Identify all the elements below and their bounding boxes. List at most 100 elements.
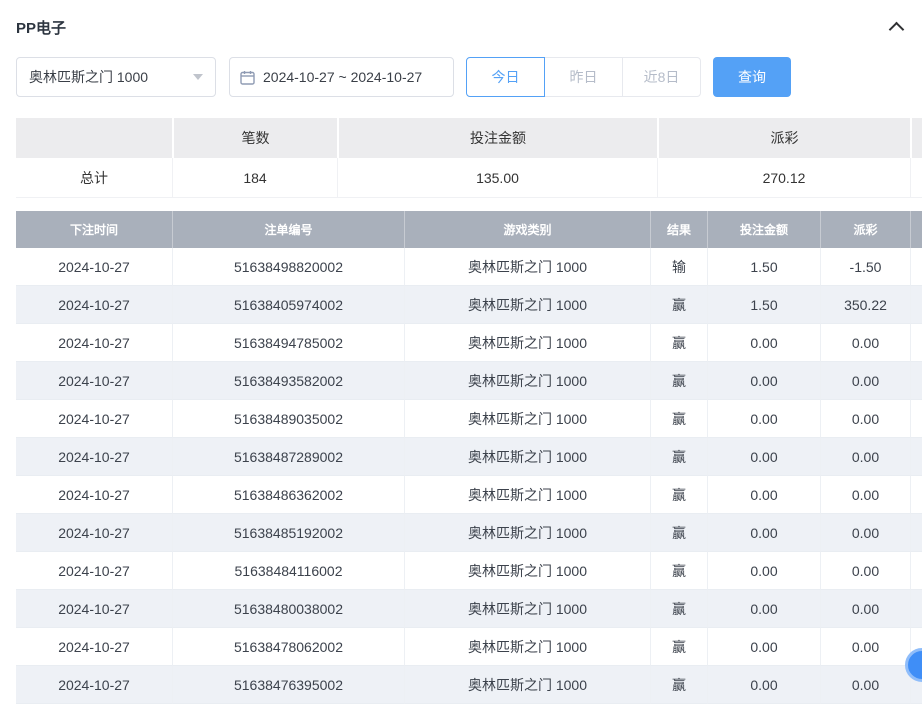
cell-cutoff [910, 286, 922, 324]
cell-game: 奥林匹斯之门 1000 [404, 324, 650, 362]
cell-time: 2024-10-27 [16, 628, 172, 666]
summary-header-empty [16, 118, 172, 158]
cell-result: 输 [650, 248, 707, 286]
col-header-cutoff [910, 211, 922, 248]
cell-time: 2024-10-27 [16, 476, 172, 514]
page-title: PP电子 [16, 17, 66, 38]
cell-result: 赢 [650, 362, 707, 400]
today-button[interactable]: 今日 [466, 57, 545, 97]
cell-bet-id: 51638480038002 [172, 590, 404, 628]
cell-result: 赢 [650, 666, 707, 704]
cell-bet-amount: 0.00 [707, 552, 820, 590]
filter-row: 奥林匹斯之门 1000 2024-10-27 ~ 2024-10-27 今日 昨… [16, 57, 922, 97]
summary-header-bet: 投注金额 [337, 118, 657, 158]
cell-cutoff [910, 248, 922, 286]
table-row: 2024-10-27 51638486362002 奥林匹斯之门 1000 赢 … [16, 476, 922, 514]
col-header-game: 游戏类别 [404, 211, 650, 248]
cell-time: 2024-10-27 [16, 438, 172, 476]
cell-game: 奥林匹斯之门 1000 [404, 628, 650, 666]
cell-bet-amount: 0.00 [707, 590, 820, 628]
cell-time: 2024-10-27 [16, 552, 172, 590]
cell-game: 奥林匹斯之门 1000 [404, 362, 650, 400]
chevron-up-icon[interactable] [889, 22, 905, 38]
cell-bet-amount: 0.00 [707, 362, 820, 400]
cell-bet-amount: 1.50 [707, 286, 820, 324]
table-row: 2024-10-27 51638476395002 奥林匹斯之门 1000 赢 … [16, 666, 922, 704]
cell-time: 2024-10-27 [16, 590, 172, 628]
cell-result: 赢 [650, 324, 707, 362]
cell-cutoff [910, 590, 922, 628]
cell-time: 2024-10-27 [16, 324, 172, 362]
table-row: 2024-10-27 51638480038002 奥林匹斯之门 1000 赢 … [16, 590, 922, 628]
cell-payout: 0.00 [820, 666, 910, 704]
cell-payout: 0.00 [820, 438, 910, 476]
table-row: 2024-10-27 51638487289002 奥林匹斯之门 1000 赢 … [16, 438, 922, 476]
summary-total-payout: 270.12 [657, 158, 910, 197]
cell-bet-id: 51638487289002 [172, 438, 404, 476]
cell-bet-id: 51638405974002 [172, 286, 404, 324]
cell-time: 2024-10-27 [16, 248, 172, 286]
date-range-input[interactable]: 2024-10-27 ~ 2024-10-27 [229, 57, 454, 97]
summary-total-count: 184 [172, 158, 337, 197]
cell-payout: 0.00 [820, 590, 910, 628]
bet-table-header: 下注时间 注单编号 游戏类别 结果 投注金额 派彩 [16, 211, 922, 248]
cell-cutoff [910, 438, 922, 476]
panel-header: PP电子 [16, 0, 922, 44]
table-row: 2024-10-27 51638489035002 奥林匹斯之门 1000 赢 … [16, 400, 922, 438]
summary-table: 笔数 投注金额 派彩 总计 184 135.00 270.12 [16, 118, 922, 198]
summary-total-bet: 135.00 [337, 158, 657, 197]
search-button[interactable]: 查询 [713, 57, 791, 97]
cell-time: 2024-10-27 [16, 286, 172, 324]
cell-payout: 0.00 [820, 628, 910, 666]
cell-payout: 0.00 [820, 476, 910, 514]
cell-bet-id: 51638486362002 [172, 476, 404, 514]
cell-bet-amount: 1.50 [707, 248, 820, 286]
col-header-payout: 派彩 [820, 211, 910, 248]
cell-result: 赢 [650, 590, 707, 628]
game-select[interactable]: 奥林匹斯之门 1000 [16, 57, 216, 97]
cell-bet-id: 51638476395002 [172, 666, 404, 704]
calendar-icon [240, 70, 255, 85]
col-header-result: 结果 [650, 211, 707, 248]
cell-bet-amount: 0.00 [707, 476, 820, 514]
cell-time: 2024-10-27 [16, 362, 172, 400]
cell-payout: 0.00 [820, 552, 910, 590]
cell-result: 赢 [650, 552, 707, 590]
cell-bet-amount: 0.00 [707, 628, 820, 666]
table-row: 2024-10-27 51638493582002 奥林匹斯之门 1000 赢 … [16, 362, 922, 400]
table-row: 2024-10-27 51638498820002 奥林匹斯之门 1000 输 … [16, 248, 922, 286]
table-row: 2024-10-27 51638494785002 奥林匹斯之门 1000 赢 … [16, 324, 922, 362]
summary-header-payout: 派彩 [657, 118, 910, 158]
cell-cutoff [910, 324, 922, 362]
cell-game: 奥林匹斯之门 1000 [404, 438, 650, 476]
cell-bet-id: 51638494785002 [172, 324, 404, 362]
last-8-days-button[interactable]: 近8日 [622, 57, 701, 97]
cell-bet-id: 51638478062002 [172, 628, 404, 666]
cell-time: 2024-10-27 [16, 400, 172, 438]
cell-game: 奥林匹斯之门 1000 [404, 666, 650, 704]
cell-bet-id: 51638493582002 [172, 362, 404, 400]
table-row: 2024-10-27 51638405974002 奥林匹斯之门 1000 赢 … [16, 286, 922, 324]
yesterday-button[interactable]: 昨日 [544, 57, 623, 97]
cell-game: 奥林匹斯之门 1000 [404, 476, 650, 514]
summary-total-label: 总计 [16, 158, 172, 197]
cell-payout: -1.50 [820, 248, 910, 286]
bet-table-body: 2024-10-27 51638498820002 奥林匹斯之门 1000 输 … [16, 248, 922, 704]
cell-bet-amount: 0.00 [707, 400, 820, 438]
cell-payout: 0.00 [820, 324, 910, 362]
summary-header-count: 笔数 [172, 118, 337, 158]
cell-result: 赢 [650, 286, 707, 324]
cell-bet-id: 51638489035002 [172, 400, 404, 438]
cell-game: 奥林匹斯之门 1000 [404, 248, 650, 286]
cell-game: 奥林匹斯之门 1000 [404, 552, 650, 590]
game-select-value: 奥林匹斯之门 1000 [29, 67, 148, 87]
cell-time: 2024-10-27 [16, 514, 172, 552]
table-row: 2024-10-27 51638484116002 奥林匹斯之门 1000 赢 … [16, 552, 922, 590]
cell-bet-id: 51638485192002 [172, 514, 404, 552]
cell-cutoff [910, 552, 922, 590]
cell-game: 奥林匹斯之门 1000 [404, 590, 650, 628]
summary-total-row: 总计 184 135.00 270.12 [16, 158, 922, 198]
cell-game: 奥林匹斯之门 1000 [404, 286, 650, 324]
summary-header-row: 笔数 投注金额 派彩 [16, 118, 922, 158]
cell-payout: 0.00 [820, 514, 910, 552]
